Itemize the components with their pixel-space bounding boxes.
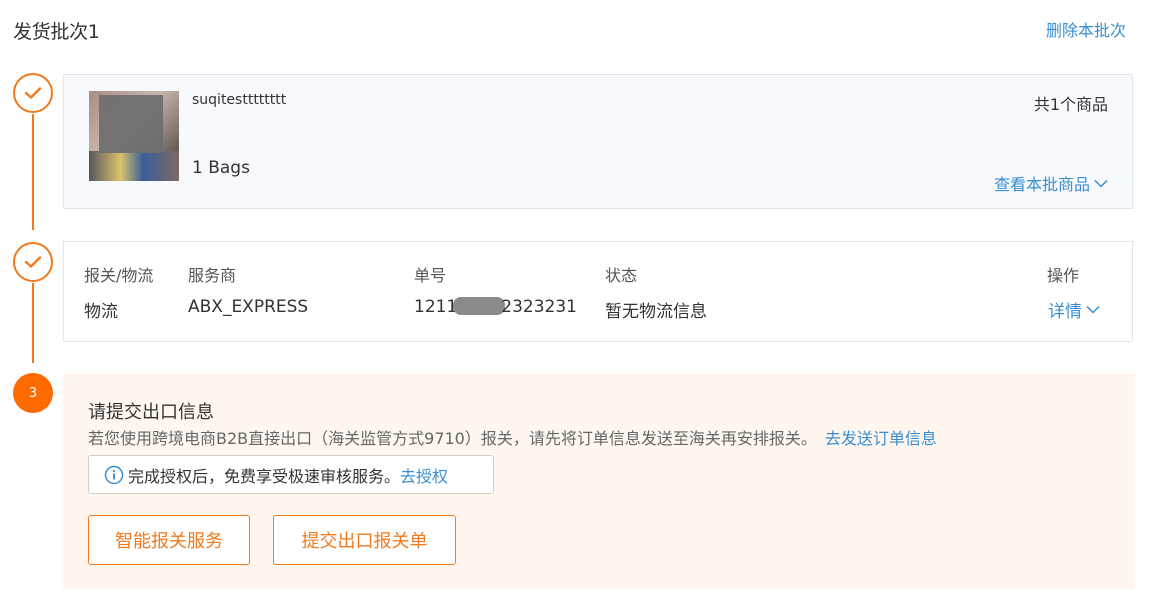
checkmark-icon xyxy=(24,256,42,268)
logistics-provider: ABX_EXPRESS xyxy=(188,297,309,317)
logistics-status: 暂无物流信息 xyxy=(605,302,707,322)
column-header-provider: 服务商 xyxy=(188,266,237,285)
product-name: suqitestttttttt xyxy=(192,92,287,108)
send-order-info-link[interactable]: 去发送订单信息 xyxy=(825,429,937,448)
step-connector-line xyxy=(32,283,34,363)
chevron-down-icon xyxy=(1094,179,1108,188)
product-count: 共1个商品 xyxy=(1033,95,1108,114)
submit-export-declaration-button[interactable]: 提交出口报关单 xyxy=(273,515,456,565)
authorization-notice: 完成授权后，免费享受极速审核服务。 去授权 xyxy=(88,455,494,494)
authorization-notice-text: 完成授权后，免费享受极速审核服务。 xyxy=(128,466,401,486)
product-thumbnail[interactable] xyxy=(89,91,179,181)
export-info-title: 请提交出口信息 xyxy=(88,402,214,423)
export-info-card: 请提交出口信息 若您使用跨境电商B2B直接出口（海关监管方式9710）报关，请先… xyxy=(63,373,1135,589)
batch-title: 发货批次1 xyxy=(13,21,100,43)
export-info-description: 若您使用跨境电商B2B直接出口（海关监管方式9710）报关，请先将订单信息发送至… xyxy=(88,425,937,449)
logistics-details-link[interactable]: 详情 xyxy=(1048,297,1100,322)
step-3-number: 3 xyxy=(28,385,38,401)
column-header-status: 状态 xyxy=(605,266,638,285)
view-batch-products-label: 查看本批商品 xyxy=(993,175,1090,194)
product-card: suqitestttttttt 1 Bags 共1个商品 查看本批商品 xyxy=(63,74,1133,209)
step-2-complete-indicator xyxy=(13,242,53,282)
redacted-image-area xyxy=(99,95,163,153)
column-header-actions: 操作 xyxy=(1047,266,1080,285)
logistics-type: 物流 xyxy=(84,302,118,322)
product-quantity: 1 Bags xyxy=(192,158,250,178)
step-1-complete-indicator xyxy=(13,73,53,113)
tracking-number-prefix: 1211 xyxy=(414,297,458,317)
authorize-link[interactable]: 去授权 xyxy=(400,463,448,487)
step-3-active-indicator: 3 xyxy=(13,373,53,413)
column-header-tracking: 单号 xyxy=(414,266,447,285)
tracking-number-suffix: 2323231 xyxy=(501,297,577,317)
smart-customs-service-button[interactable]: 智能报关服务 xyxy=(88,515,250,565)
checkmark-icon xyxy=(24,87,42,99)
logistics-card: 报关/物流 服务商 单号 状态 操作 物流 ABX_EXPRESS 1211 23… xyxy=(63,241,1133,342)
tracking-number: 1211 2323231 xyxy=(414,297,577,317)
view-batch-products-link[interactable]: 查看本批商品 xyxy=(994,171,1108,195)
export-description-text: 若您使用跨境电商B2B直接出口（海关监管方式9710）报关，请先将订单信息发送至… xyxy=(88,429,817,448)
step-connector-line xyxy=(32,114,34,230)
logistics-details-label: 详情 xyxy=(1048,302,1082,322)
shipping-batch-panel: 发货批次1 删除本批次 3 suqitestttttttt 1 Bags 共1个… xyxy=(0,0,1151,592)
redacted-tracking-segment xyxy=(453,297,506,315)
info-icon xyxy=(104,465,124,484)
chevron-down-icon xyxy=(1086,305,1100,314)
column-header-type: 报关/物流 xyxy=(84,266,154,285)
delete-batch-link[interactable]: 删除本批次 xyxy=(1046,17,1126,41)
